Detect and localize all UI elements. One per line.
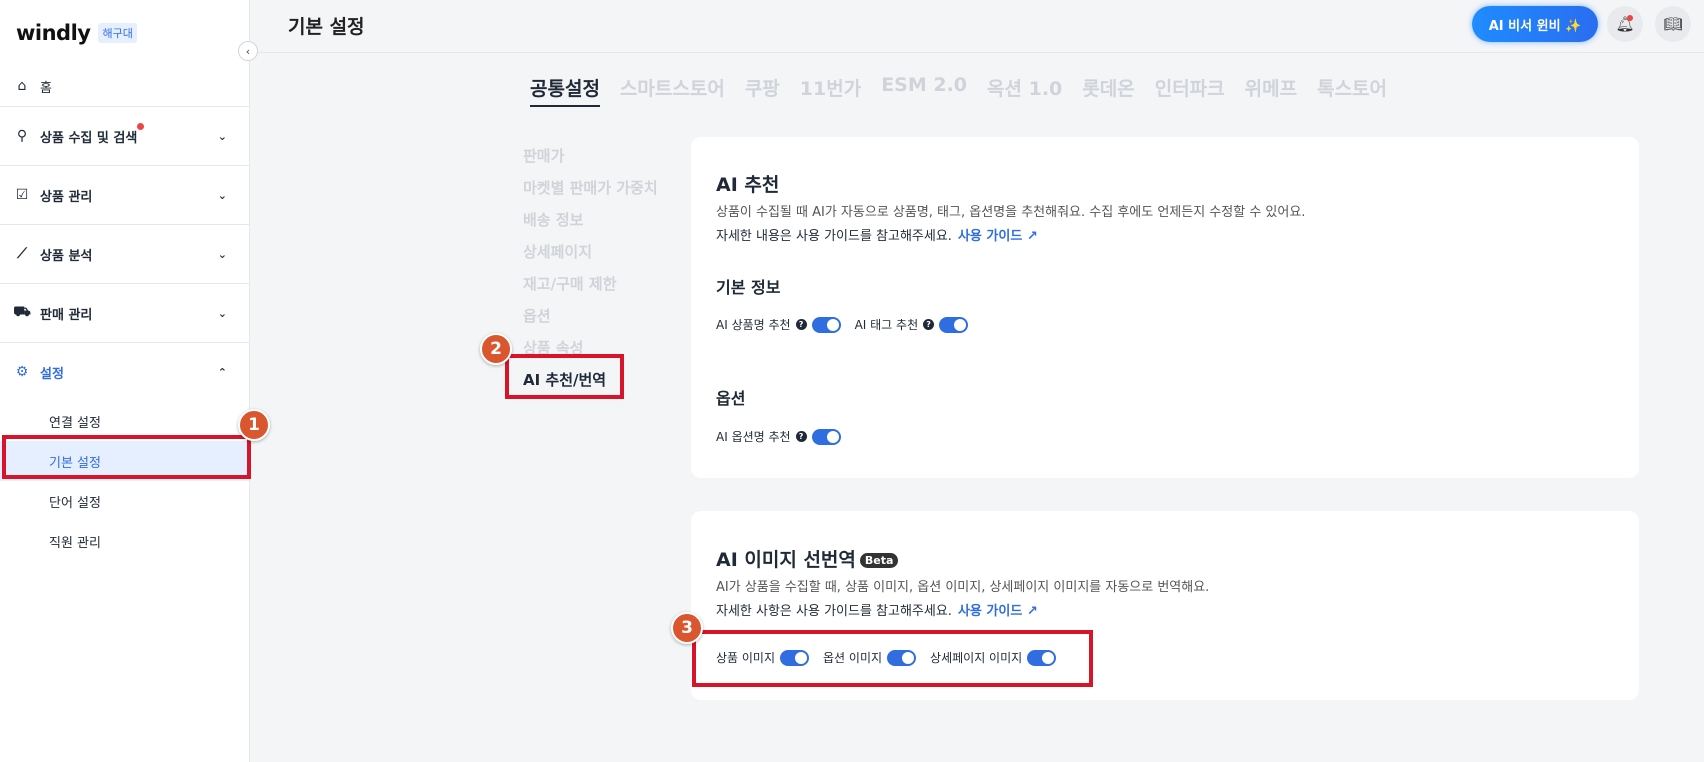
- gear-icon: ⚙: [15, 364, 29, 380]
- ai-image-desc: AI가 상품을 수집할 때, 상품 이미지, 옵션 이미지, 상세페이지 이미지…: [716, 580, 1210, 595]
- chevron-up-icon: ⌃: [217, 365, 227, 379]
- subnav-option[interactable]: 옵션: [523, 300, 658, 332]
- ai-image-guide: 자세한 사항은 사용 가이드를 참고해주세요. 사용 가이드 ↗: [716, 600, 1038, 624]
- external-link-icon: ↗: [1026, 229, 1038, 244]
- tab-smartstore[interactable]: 스마트스토어: [620, 74, 725, 107]
- basic-info-toggles: AI 상품명 추천 ? AI 태그 추천 ?: [716, 316, 969, 333]
- help-icon[interactable]: ?: [795, 431, 807, 442]
- subnav-shipping[interactable]: 배송 정보: [523, 204, 658, 236]
- step-marker-1: 1: [238, 409, 270, 441]
- sidebar-group-settings[interactable]: ⚙ 설정 ⌃: [0, 342, 249, 401]
- sidebar-group-sales[interactable]: ⛟ 판매 관리 ⌄: [0, 283, 249, 342]
- header: 기본 설정 AI 비서 윈비 ✨ 🔔︎ 📖︎: [250, 0, 1704, 53]
- sidebar-item-label: 상품 분석: [40, 248, 93, 264]
- toggle-label: AI 태그 추천: [854, 318, 919, 332]
- tag-toggle-item: AI 태그 추천 ?: [855, 316, 969, 333]
- sidebar-item-label: 상품 관리: [40, 189, 93, 205]
- ai-recommend-title: AI 추천: [716, 174, 780, 196]
- highlight-box-2: [505, 354, 624, 399]
- external-link-icon: ↗: [1026, 604, 1038, 619]
- tab-wemakeprice[interactable]: 위메프: [1245, 74, 1297, 107]
- home-icon: ⌂: [17, 78, 27, 94]
- subnav-price[interactable]: 판매가: [523, 140, 658, 172]
- subnav-market-weight[interactable]: 마켓별 판매가 가중치: [523, 172, 658, 204]
- logo-row: windly 해구대: [0, 0, 249, 66]
- help-icon[interactable]: ?: [923, 319, 935, 330]
- page-title: 기본 설정: [288, 16, 365, 38]
- tab-lotteon[interactable]: 롯데온: [1082, 74, 1134, 107]
- chevron-down-icon: ⌄: [217, 247, 227, 261]
- tab-coupang[interactable]: 쿠팡: [745, 74, 780, 107]
- chevron-down-icon: ⌄: [217, 188, 227, 202]
- option-toggles: AI 옵션명 추천 ?: [716, 428, 841, 445]
- search-icon: ⚲: [16, 128, 28, 144]
- tab-common[interactable]: 공통설정: [530, 74, 600, 107]
- ai-recommend-desc: 상품이 수집될 때 AI가 자동으로 상품명, 태그, 옵션명을 추천해줘요. …: [716, 205, 1306, 220]
- option-name-toggle-item: AI 옵션명 추천 ?: [716, 428, 841, 445]
- sidebar-item-label: 상품 수집 및 검색: [40, 130, 138, 146]
- highlight-box-1: [2, 435, 251, 479]
- tab-esm[interactable]: ESM 2.0: [881, 74, 967, 107]
- chart-line-icon: ⟋: [17, 246, 27, 262]
- option-title: 옵션: [716, 389, 746, 408]
- step-marker-3: 3: [671, 612, 703, 644]
- sidebar-item-home[interactable]: ⌂ 홈: [0, 66, 249, 106]
- subnav-stock-limit[interactable]: 재고/구매 제한: [523, 268, 658, 300]
- chevron-down-icon: ⌄: [217, 306, 227, 320]
- sidebar-group-analysis[interactable]: ⟋ 상품 분석 ⌄: [0, 224, 249, 283]
- ai-image-title: AI 이미지 선번역 Beta: [716, 545, 899, 572]
- option-name-toggle[interactable]: [811, 428, 841, 445]
- sidebar-group-product[interactable]: ☑ 상품 관리 ⌄: [0, 165, 249, 224]
- sidebar-item-word-settings[interactable]: 단어 설정: [0, 481, 249, 521]
- ai-recommend-guide: 자세한 내용은 사용 가이드를 참고해주세요. 사용 가이드 ↗: [716, 225, 1038, 249]
- step-marker-2: 2: [480, 333, 512, 365]
- subnav-detail-page[interactable]: 상세페이지: [523, 236, 658, 268]
- ai-recommend-card: AI 추천 상품이 수집될 때 AI가 자동으로 상품명, 태그, 옵션명을 추…: [691, 137, 1639, 478]
- market-tabs: 공통설정 스마트스토어 쿠팡 11번가 ESM 2.0 옥션 1.0 롯데온 인…: [530, 74, 1387, 107]
- guide-link[interactable]: 사용 가이드 ↗: [958, 604, 1038, 619]
- sidebar-item-staff[interactable]: 직원 관리: [0, 521, 249, 561]
- logo[interactable]: windly: [16, 21, 91, 45]
- highlight-box-3: [692, 630, 1093, 687]
- guide-book-button[interactable]: 📖︎: [1655, 6, 1691, 42]
- ai-assistant-button[interactable]: AI 비서 윈비 ✨: [1472, 6, 1598, 42]
- notification-dot: [1627, 15, 1633, 21]
- toggle-label: AI 상품명 추천: [716, 318, 791, 332]
- chevron-down-icon: ⌄: [217, 129, 227, 143]
- cart-icon: ⛟: [13, 304, 31, 320]
- basic-info-title: 기본 정보: [716, 278, 781, 297]
- sidebar-item-label: 설정: [40, 366, 64, 382]
- notification-dot: [137, 122, 145, 130]
- sidebar: windly 해구대 ⌂ 홈 ⚲ 상품 수집 및 검색 ⌄ ☑ 상품 관리 ⌄ …: [0, 0, 250, 762]
- tab-interpark[interactable]: 인터파크: [1155, 74, 1225, 107]
- tab-auction[interactable]: 옥션 1.0: [987, 74, 1062, 107]
- guide-text: 자세한 사항은 사용 가이드를 참고해주세요.: [716, 604, 952, 619]
- toggle-label: AI 옵션명 추천: [716, 430, 791, 444]
- clipboard-check-icon: ☑: [15, 187, 29, 203]
- sidebar-collapse-button[interactable]: ‹: [238, 41, 258, 61]
- tab-11st[interactable]: 11번가: [800, 74, 861, 107]
- book-icon: 📖︎: [1663, 15, 1683, 33]
- notification-button[interactable]: 🔔︎: [1607, 6, 1643, 42]
- sidebar-item-label: 홈: [40, 80, 52, 96]
- guide-text: 자세한 내용은 사용 가이드를 참고해주세요.: [716, 229, 952, 244]
- tag-toggle[interactable]: [939, 316, 969, 333]
- guide-link[interactable]: 사용 가이드 ↗: [958, 229, 1038, 244]
- sidebar-group-collect[interactable]: ⚲ 상품 수집 및 검색 ⌄: [0, 106, 249, 165]
- sidebar-item-label: 판매 관리: [40, 307, 93, 323]
- help-icon[interactable]: ?: [795, 319, 807, 330]
- logo-badge: 해구대: [98, 23, 137, 43]
- beta-badge: Beta: [859, 553, 899, 568]
- product-name-toggle-item: AI 상품명 추천 ?: [716, 316, 841, 333]
- product-name-toggle[interactable]: [811, 316, 841, 333]
- tab-talkstore[interactable]: 톡스토어: [1317, 74, 1387, 107]
